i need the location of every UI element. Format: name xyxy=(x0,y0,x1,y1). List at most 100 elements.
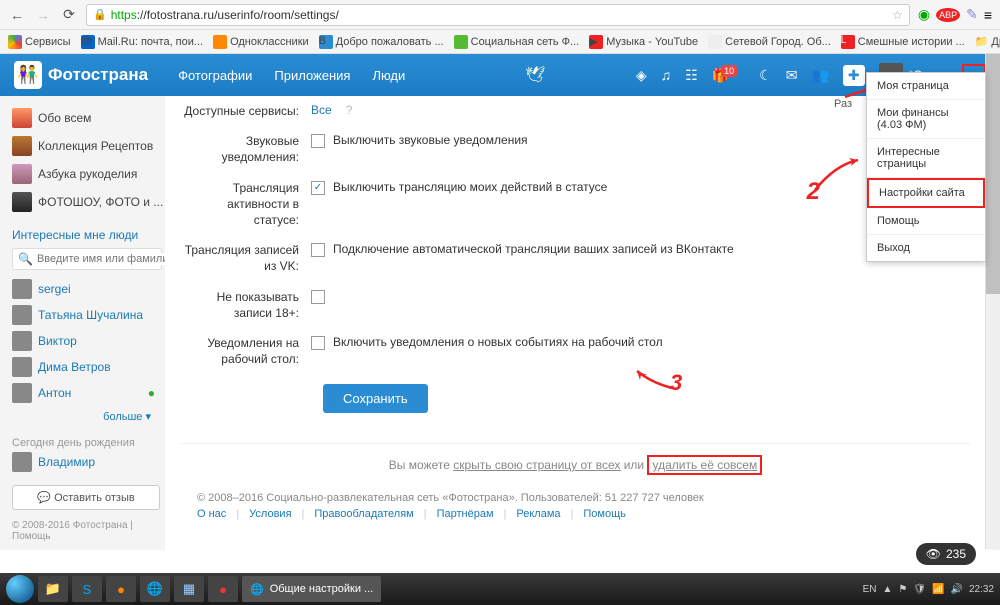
help-icon[interactable]: ? xyxy=(346,103,353,117)
tb-app-icon[interactable]: ● xyxy=(208,576,238,602)
person-item[interactable]: sergei xyxy=(12,276,165,302)
ext-icon[interactable]: ✎ xyxy=(966,6,978,23)
person-item[interactable]: Татьяна Шучалина xyxy=(12,302,165,328)
plus-icon[interactable]: ✚ xyxy=(843,65,865,86)
checkbox[interactable] xyxy=(311,336,325,350)
gift-icon[interactable]: 🎁10 xyxy=(712,67,745,84)
bookmark-item[interactable]: Социальная сеть Ф... xyxy=(454,35,580,49)
url-bar[interactable]: 🔒 https ://fotostrana.ru/userinfo/room/s… xyxy=(86,4,910,26)
forward-button[interactable]: → xyxy=(34,6,52,24)
all-services-link[interactable]: Все xyxy=(311,103,332,117)
scrollbar[interactable] xyxy=(985,54,1000,549)
dd-settings[interactable]: Настройки сайта xyxy=(867,178,985,208)
person-item[interactable]: Владимир xyxy=(12,449,165,475)
footer-link[interactable]: Реклама xyxy=(516,508,560,520)
counter-badge[interactable]: 👁 235 xyxy=(916,543,976,565)
footer-link[interactable]: Правообладателям xyxy=(314,508,413,520)
footer-link[interactable]: О нас xyxy=(197,508,226,520)
truncated-text: Раз xyxy=(834,98,852,110)
sidebar-item[interactable]: Обо всем xyxy=(12,104,165,132)
sidebar-item[interactable]: Коллекция Рецептов xyxy=(12,132,165,160)
bookmark-item[interactable]: @Mail.Ru: почта, пои... xyxy=(81,35,204,49)
apps-button[interactable]: Сервисы xyxy=(8,35,71,49)
delete-page-link[interactable]: удалить её совсем xyxy=(647,455,762,475)
more-link[interactable]: больше ▾ xyxy=(12,410,165,423)
bell-icon[interactable]: 👥 xyxy=(811,67,828,84)
checkbox[interactable] xyxy=(311,134,325,148)
save-button[interactable]: Сохранить xyxy=(323,384,428,413)
taskbar-task[interactable]: 🌐 Общие настройки ... xyxy=(242,576,381,602)
logo[interactable]: 👫 Фотострана xyxy=(14,61,148,89)
ext-icon[interactable]: ◉ xyxy=(918,6,930,23)
bookmark-item[interactable]: Одноклассники xyxy=(213,35,309,49)
checkbox-label: Выключить звуковые уведомления xyxy=(333,133,528,147)
sidebar-heading: Интересные мне люди xyxy=(12,228,165,242)
sidebar-item[interactable]: ФОТОШОУ, ФОТО и ... xyxy=(12,188,165,216)
dd-interesting[interactable]: Интересные страницы xyxy=(867,139,985,178)
footer-link[interactable]: Помощь xyxy=(583,508,626,520)
checkbox[interactable] xyxy=(311,243,325,257)
hide-page-link[interactable]: скрыть свою страницу от всех xyxy=(453,458,620,472)
clock[interactable]: 22:32 xyxy=(969,584,994,595)
setting-label: Звуковые уведомления: xyxy=(181,133,311,165)
tb-skype-icon[interactable]: S xyxy=(72,576,102,602)
checkbox-label: Включить уведомления о новых событиях на… xyxy=(333,335,663,349)
taskbar: 📁 S ● 🌐 ▦ ● 🌐 Общие настройки ... EN ▲ ⚑… xyxy=(0,573,1000,605)
bookmark-item[interactable]: ▶Музыка - YouTube xyxy=(589,35,698,49)
person-item[interactable]: Дима Ветров xyxy=(12,354,165,380)
moon-icon[interactable]: ☾ xyxy=(759,67,772,84)
tray-icon[interactable]: ⚑ xyxy=(898,584,907,595)
tb-chrome-icon[interactable]: 🌐 xyxy=(140,576,170,602)
checkbox-label: Выключить трансляцию моих действий в ста… xyxy=(333,180,607,194)
sidebar-item[interactable]: Азбука рукоделия xyxy=(12,160,165,188)
tray-icon[interactable]: 📶 xyxy=(932,584,944,595)
tb-app-icon[interactable]: ▦ xyxy=(174,576,204,602)
tray-icon[interactable]: 🔊 xyxy=(951,584,963,595)
content: Обо всем Коллекция Рецептов Азбука рукод… xyxy=(0,96,1000,550)
checkbox[interactable]: ✓ xyxy=(311,181,325,195)
lang-indicator[interactable]: EN xyxy=(863,584,877,595)
dd-my-page[interactable]: Моя страница xyxy=(867,73,985,100)
reload-button[interactable]: ⟳ xyxy=(60,6,78,24)
bookmark-item[interactable]: ВДобро пожаловать ... xyxy=(319,35,444,49)
dd-exit[interactable]: Выход xyxy=(867,235,985,261)
footer-link[interactable]: Условия xyxy=(249,508,291,520)
start-button[interactable] xyxy=(6,575,34,603)
footer-link[interactable]: Партнёрам xyxy=(437,508,494,520)
bottom-note: Вы можете скрыть свою страницу от всех и… xyxy=(181,443,970,472)
dd-finances[interactable]: Мои финансы (4.03 ФМ) xyxy=(867,100,985,139)
person-item[interactable]: Антон● xyxy=(12,380,165,406)
checkbox[interactable] xyxy=(311,290,325,304)
back-button[interactable]: ← xyxy=(8,6,26,24)
scroll-thumb[interactable] xyxy=(986,54,1000,294)
extensions: ◉ ABP ✎ ≡ xyxy=(918,6,992,23)
feed-icon[interactable]: ☷ xyxy=(685,67,698,84)
bookmark-item[interactable]: LСмешные истории ... xyxy=(841,35,965,49)
setting-label: Уведомления на рабочий стол: xyxy=(181,335,311,367)
tb-explorer-icon[interactable]: 📁 xyxy=(38,576,68,602)
abp-icon[interactable]: ABP xyxy=(936,8,960,22)
person-item[interactable]: Виктор xyxy=(12,328,165,354)
tb-app-icon[interactable]: ● xyxy=(106,576,136,602)
browser-toolbar: ← → ⟳ 🔒 https ://fotostrana.ru/userinfo/… xyxy=(0,0,1000,30)
review-button[interactable]: 💬 Оставить отзыв xyxy=(12,485,160,510)
music-icon[interactable]: ♫ xyxy=(661,67,672,83)
menu-icon[interactable]: ≡ xyxy=(984,7,992,23)
other-bookmarks[interactable]: 📁 Другие закладки xyxy=(975,35,1000,48)
tray-icon[interactable]: ▲ xyxy=(882,584,892,595)
nav-photos[interactable]: Фотографии xyxy=(178,68,252,83)
site-header: 👫 Фотострана Фотографии Приложения Люди … xyxy=(0,54,1000,96)
nav-people[interactable]: Люди xyxy=(372,68,405,83)
bookmark-star-icon[interactable]: ☆ xyxy=(892,8,903,22)
search-input[interactable] xyxy=(37,253,179,265)
bookmark-item[interactable]: Сетевой Город. Об... xyxy=(708,35,831,49)
dd-help[interactable]: Помощь xyxy=(867,208,985,235)
tray-icon[interactable]: 🛡 xyxy=(913,584,926,595)
diamond-icon[interactable]: ◈ xyxy=(636,67,647,84)
sidebar-copyright: © 2008-2016 Фотострана | Помощь xyxy=(12,520,165,542)
people-search[interactable]: 🔍 xyxy=(12,248,162,270)
sidebar: Обо всем Коллекция Рецептов Азбука рукод… xyxy=(0,96,165,550)
system-tray: EN ▲ ⚑ 🛡 📶 🔊 22:32 xyxy=(863,584,994,595)
msg-icon[interactable]: ✉ xyxy=(786,67,798,84)
nav-apps[interactable]: Приложения xyxy=(274,68,350,83)
